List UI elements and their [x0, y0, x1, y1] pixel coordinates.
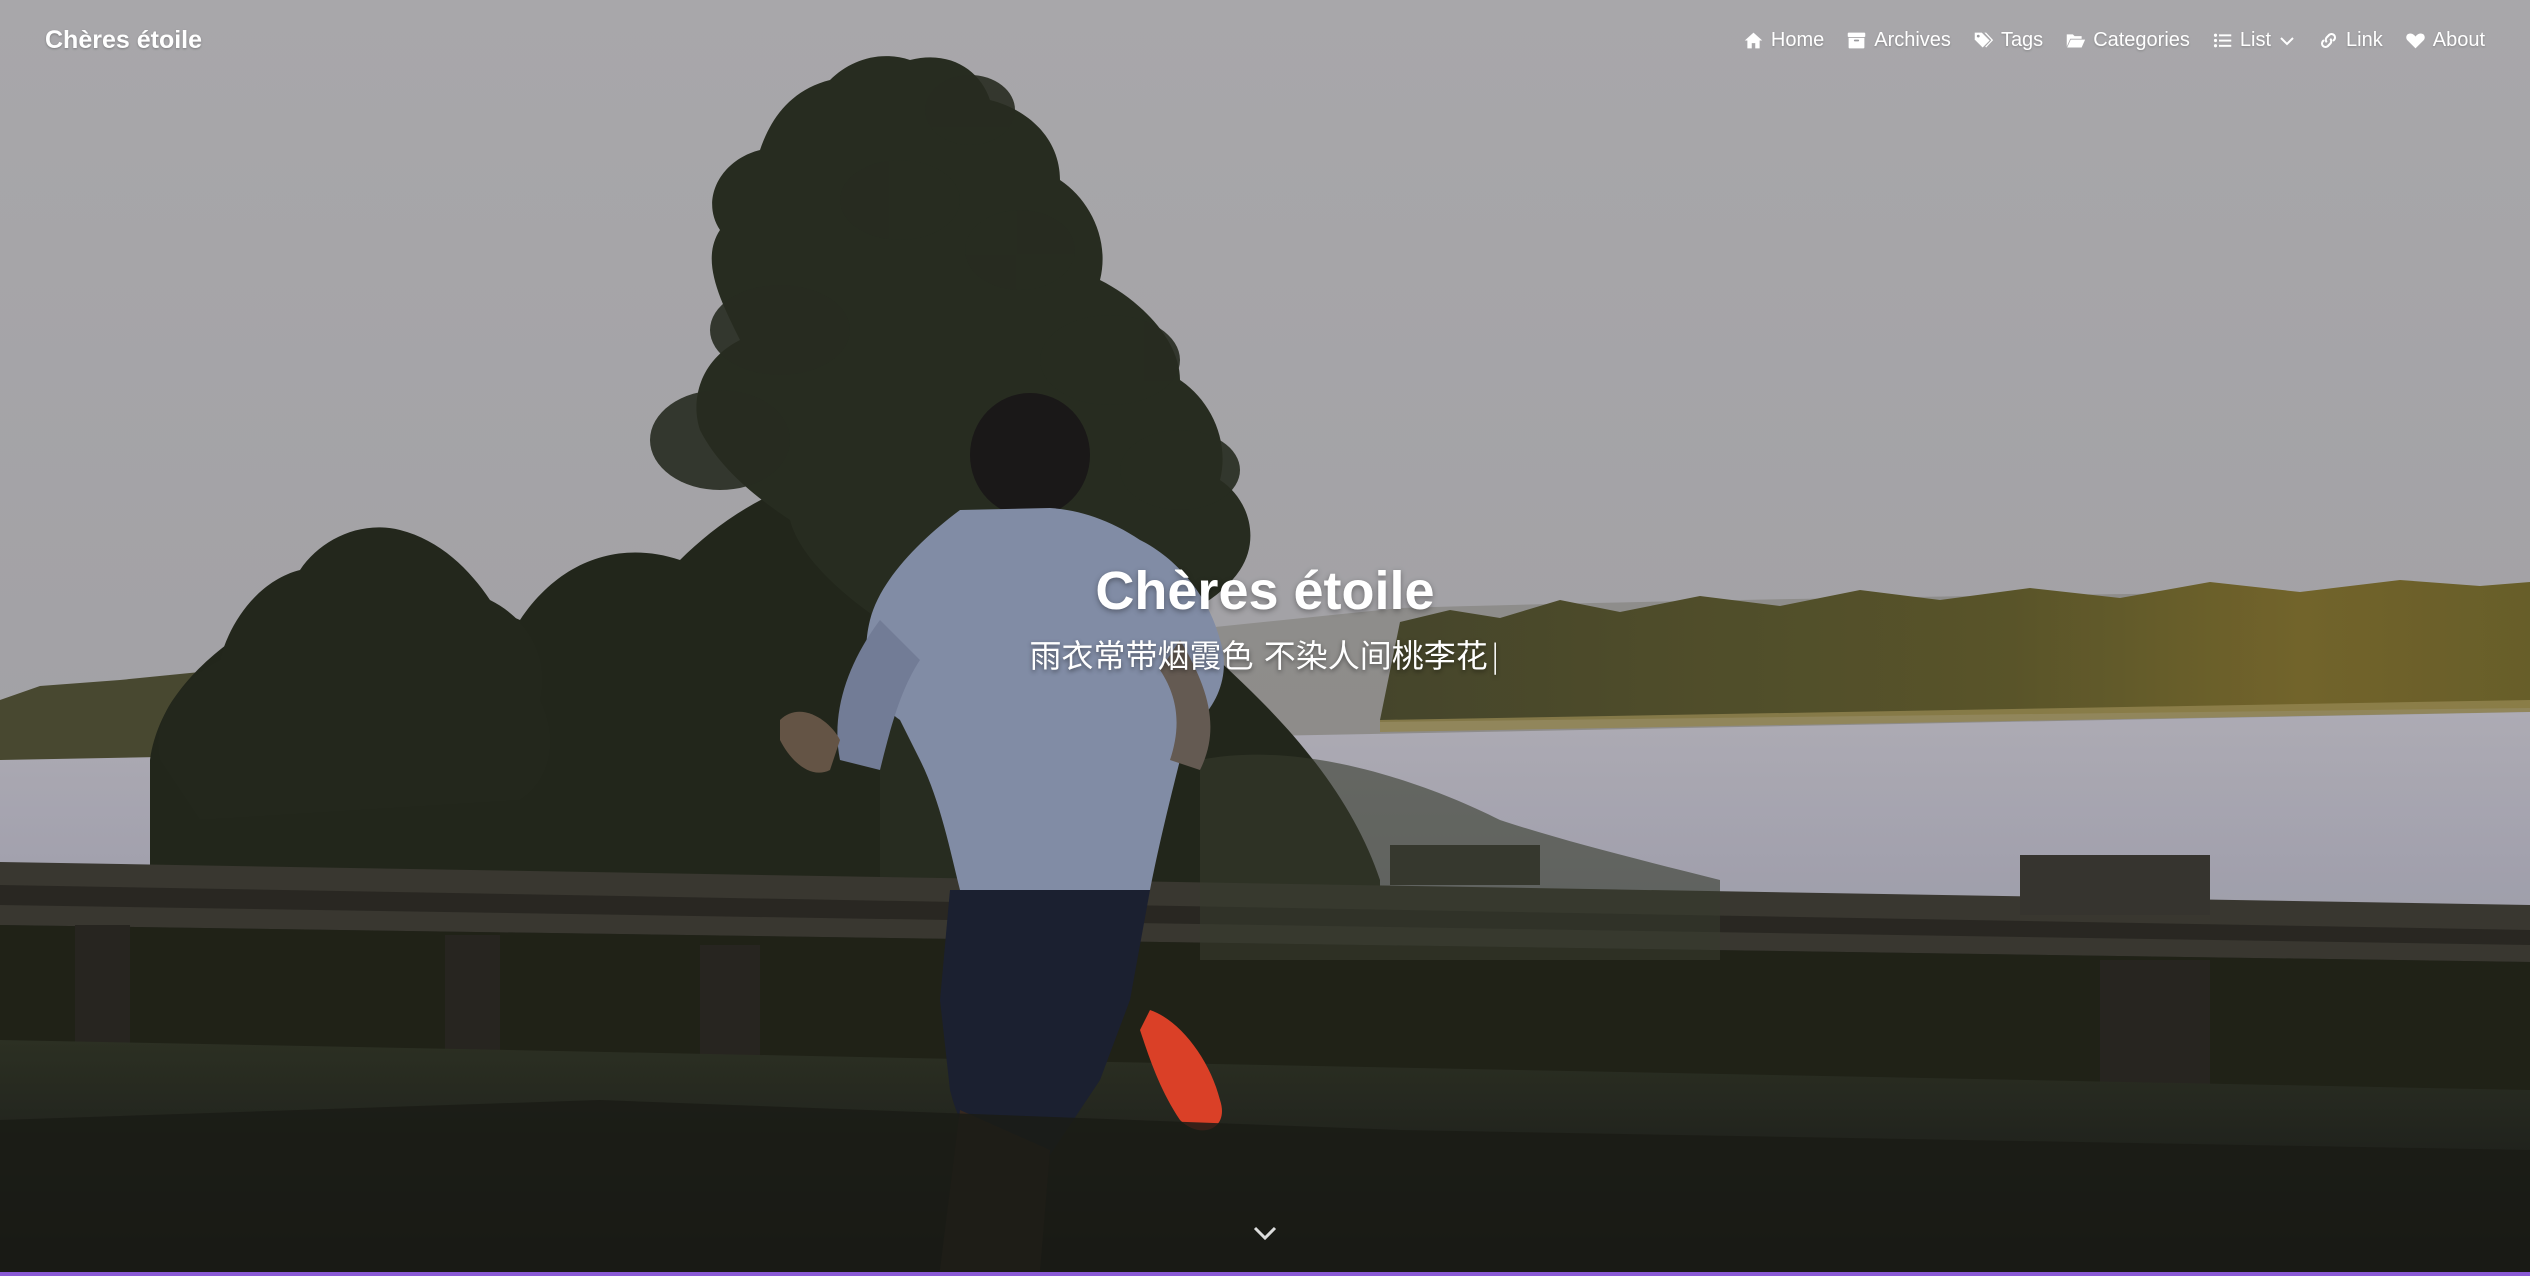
link-icon — [2318, 30, 2339, 51]
site-subtitle: 雨衣常带烟霞色 不染人间桃李花| — [0, 633, 2530, 679]
heart-icon — [2405, 30, 2426, 51]
nav-item-label: Categories — [2093, 29, 2190, 51]
hero-banner: Chères étoile Home Archives Tags Categor… — [0, 0, 2530, 1276]
nav-item-label: List — [2239, 29, 2272, 51]
chevron-down-icon — [2278, 32, 2296, 50]
nav-item-label: Link — [2346, 29, 2383, 51]
nav-item-label: Home — [1770, 29, 1825, 51]
nav-item-archives[interactable]: Archives — [1846, 29, 1951, 52]
nav-item-about[interactable]: About — [2405, 29, 2485, 52]
nav-item-label: Archives — [1874, 29, 1951, 51]
site-info: Chères étoile 雨衣常带烟霞色 不染人间桃李花| — [0, 555, 2530, 679]
chevron-down-icon — [1253, 1226, 1277, 1241]
nav-item-list[interactable]: List — [2212, 29, 2296, 52]
scroll-down-button[interactable] — [1252, 1222, 1278, 1244]
nav-item-label: Tags — [2000, 29, 2044, 51]
typing-cursor: | — [1489, 637, 1501, 675]
site-brand-link[interactable]: Chères étoile — [45, 26, 202, 55]
subtitle-text: 雨衣常带烟霞色 不染人间桃李花 — [1029, 637, 1488, 675]
nav-item-link[interactable]: Link — [2318, 29, 2383, 52]
nav-item-categories[interactable]: Categories — [2065, 29, 2190, 52]
home-icon — [1743, 30, 1764, 51]
top-navbar: Chères étoile Home Archives Tags Categor… — [0, 0, 2530, 86]
archive-icon — [1846, 30, 1867, 51]
folder-open-icon — [2065, 30, 2086, 51]
nav-item-label: About — [2432, 29, 2485, 51]
list-icon — [2212, 30, 2233, 51]
nav-item-tags[interactable]: Tags — [1973, 29, 2043, 52]
tags-icon — [1973, 30, 1994, 51]
site-title: Chères étoile — [1095, 561, 1435, 621]
nav-menu: Home Archives Tags Categories List Link … — [1743, 29, 2485, 52]
nav-item-home[interactable]: Home — [1743, 29, 1824, 52]
